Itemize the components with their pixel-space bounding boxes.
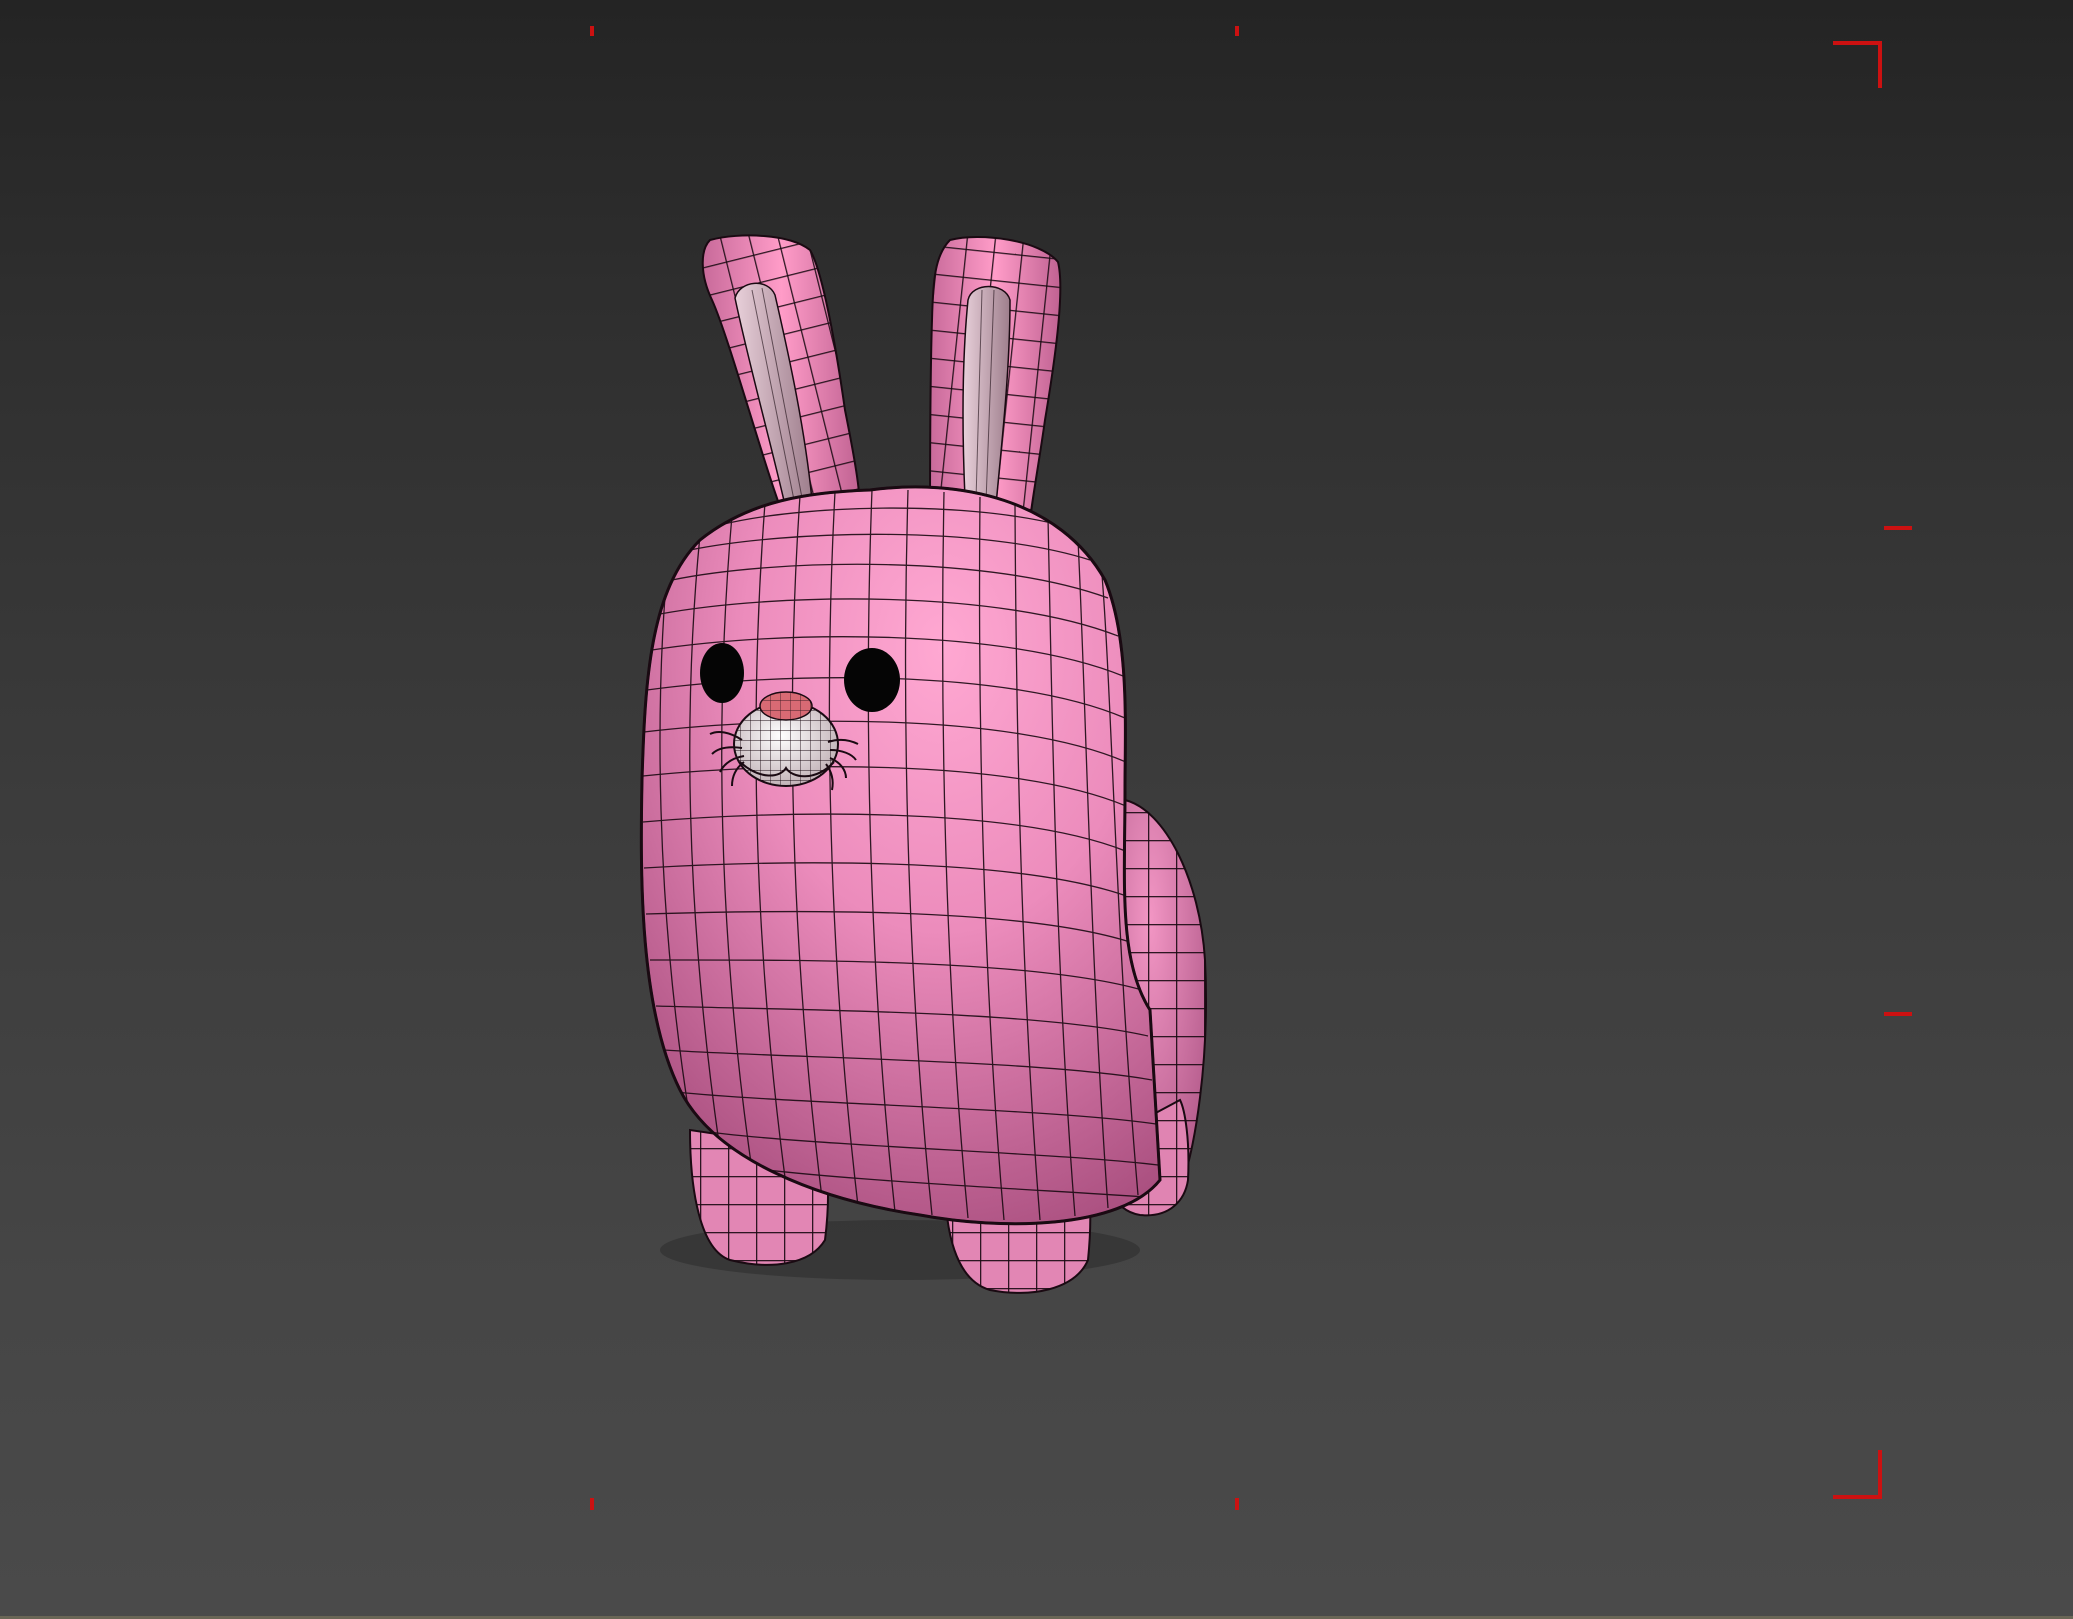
viewport-perspective[interactable] <box>0 0 2073 1619</box>
right-eye[interactable] <box>844 648 900 712</box>
left-eye[interactable] <box>700 643 744 703</box>
safe-frame-corner-top-right <box>1833 41 1882 88</box>
viewport-scene[interactable] <box>0 0 2073 1619</box>
bunny-body[interactable] <box>639 485 1162 1226</box>
safe-frame-corner-bottom-right <box>1833 1450 1882 1499</box>
bunny-model[interactable] <box>639 198 1220 1310</box>
